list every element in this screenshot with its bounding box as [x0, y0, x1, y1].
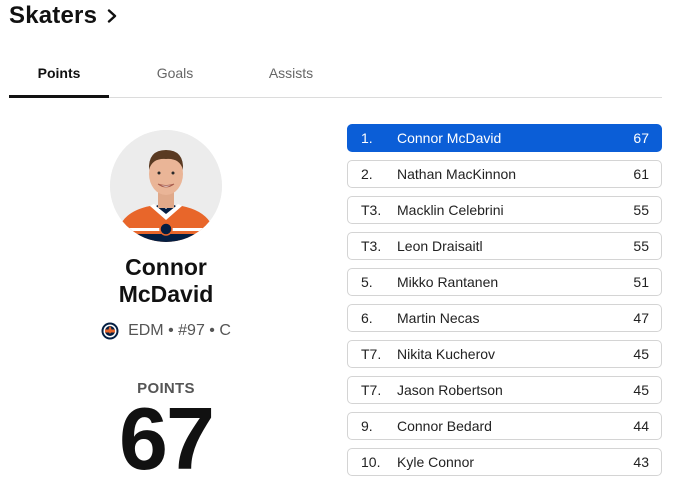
leader-name: Jason Robertson — [397, 382, 503, 398]
stat-tabs: Points Goals Assists — [9, 60, 662, 98]
leader-row[interactable]: T7. Nikita Kucherov 45 — [347, 340, 662, 368]
leader-rank: 6. — [361, 310, 373, 326]
leader-name: Connor Bedard — [397, 418, 492, 434]
leader-row[interactable]: 1. Connor McDavid 67 — [347, 124, 662, 152]
player-position: C — [219, 322, 231, 339]
leader-row[interactable]: T3. Leon Draisaitl 55 — [347, 232, 662, 260]
section-title[interactable]: Skaters — [9, 2, 97, 30]
leader-rank: T7. — [361, 382, 382, 398]
leader-value: 45 — [633, 346, 649, 362]
leader-rank: T3. — [361, 202, 382, 218]
leader-value: 51 — [633, 274, 649, 290]
leader-name: Macklin Celebrini — [397, 202, 504, 218]
leader-rank: 9. — [361, 418, 373, 434]
leader-value: 55 — [633, 238, 649, 254]
leader-value: 44 — [633, 418, 649, 434]
stat-value: 67 — [119, 389, 215, 488]
leader-row[interactable]: 2. Nathan MacKinnon 61 — [347, 160, 662, 188]
leader-name: Martin Necas — [397, 310, 480, 326]
jersey-number: #97 — [178, 322, 205, 339]
oilers-logo-icon — [101, 322, 119, 340]
chevron-right-icon[interactable] — [105, 9, 119, 23]
leader-row[interactable]: 6. Martin Necas 47 — [347, 304, 662, 332]
leader-row[interactable]: 9. Connor Bedard 44 — [347, 412, 662, 440]
leader-rank: 10. — [361, 454, 381, 470]
tab-assists[interactable]: Assists — [241, 60, 341, 97]
separator-dot: • — [163, 322, 179, 339]
player-headshot-image — [110, 130, 222, 242]
leader-name: Leon Draisaitl — [397, 238, 483, 254]
player-headshot[interactable] — [110, 130, 222, 242]
leader-rank: T7. — [361, 346, 382, 362]
featured-player-card: Connor McDavid EDM • #97 • C POINTS 67 — [60, 130, 272, 483]
player-first-name[interactable]: Connor — [60, 254, 272, 281]
player-name[interactable]: Connor McDavid — [60, 254, 272, 308]
section-header[interactable]: Skaters — [9, 2, 119, 30]
leader-row[interactable]: T3. Macklin Celebrini 55 — [347, 196, 662, 224]
leader-value: 61 — [633, 166, 649, 182]
player-meta: EDM • #97 • C — [60, 322, 272, 340]
leader-name: Mikko Rantanen — [397, 274, 499, 290]
leader-name: Nathan MacKinnon — [397, 166, 517, 182]
leader-rank: 2. — [361, 166, 373, 182]
leader-name: Kyle Connor — [397, 454, 475, 470]
leader-name: Nikita Kucherov — [397, 346, 496, 362]
leader-value: 47 — [633, 310, 649, 326]
leader-row[interactable]: T7. Jason Robertson 45 — [347, 376, 662, 404]
leader-value: 45 — [633, 382, 649, 398]
leader-value: 67 — [633, 130, 649, 146]
separator-dot: • — [204, 322, 220, 339]
leader-rank: T3. — [361, 238, 382, 254]
player-last-name[interactable]: McDavid — [60, 281, 272, 308]
leader-row[interactable]: 10. Kyle Connor 43 — [347, 448, 662, 476]
tab-goals[interactable]: Goals — [125, 60, 225, 97]
leader-rank: 5. — [361, 274, 373, 290]
leader-name: Connor McDavid — [397, 130, 502, 146]
leader-value: 43 — [633, 454, 649, 470]
tab-points[interactable]: Points — [9, 60, 109, 98]
leader-rank: 1. — [361, 130, 373, 146]
leader-value: 55 — [633, 202, 649, 218]
team-abbrev: EDM — [128, 322, 164, 339]
leaders-list: 1. Connor McDavid 67 2. Nathan MacKinnon… — [347, 124, 662, 484]
leader-row[interactable]: 5. Mikko Rantanen 51 — [347, 268, 662, 296]
